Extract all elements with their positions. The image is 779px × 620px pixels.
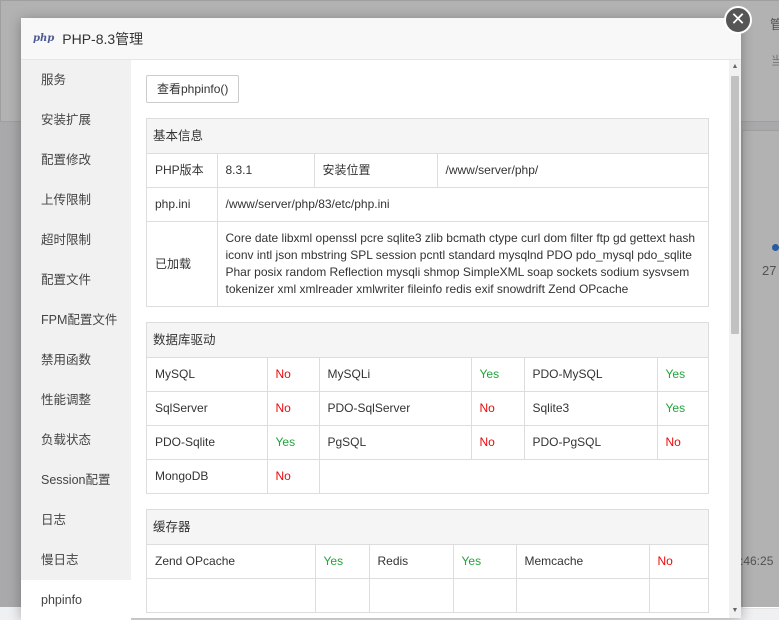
driver-status: No [266, 391, 320, 426]
dialog-title: PHP-8.3管理 [62, 30, 144, 47]
table-row: MySQL No MySQLi Yes PDO-MySQL Yes [147, 358, 708, 392]
sidebar-item-log[interactable]: 日志 [21, 500, 131, 540]
cache-table: Zend OPcache Yes Redis Yes Memcache No [147, 545, 708, 612]
view-phpinfo-button[interactable]: 查看phpinfo() [146, 75, 240, 103]
sidebar-item-load-status[interactable]: 负载状态 [21, 420, 131, 460]
phpinfo-panel: 查看phpinfo() 基本信息 PHP版本 8.3.1 安装位置 /www/s… [131, 60, 741, 618]
table-row: SqlServer No PDO-SqlServer No Sqlite3 Ye… [147, 391, 708, 426]
driver-status: Yes [470, 358, 525, 392]
table-row: PDO-Sqlite Yes PgSQL No PDO-PgSQL No [147, 425, 708, 460]
driver-name: PgSQL [318, 425, 472, 460]
sidebar: 服务 安装扩展 配置修改 上传限制 超时限制 配置文件 FPM配置文件 禁用函数… [21, 60, 131, 620]
table-row: PHP版本 8.3.1 安装位置 /www/server/php/ [147, 154, 708, 188]
sidebar-item-slow-log[interactable]: 慢日志 [21, 540, 131, 580]
table-row: Zend OPcache Yes Redis Yes Memcache No [147, 545, 708, 579]
sidebar-item-session-config[interactable]: Session配置 [21, 460, 131, 500]
version-label: PHP版本 [147, 154, 218, 188]
cache-section: 缓存器 Zend OPcache Yes Redis Yes Memcache … [146, 509, 709, 613]
version-value: 8.3.1 [216, 154, 315, 188]
empty-cell [318, 459, 708, 493]
driver-name: Sqlite3 [523, 391, 658, 426]
cache-status: Yes [452, 545, 517, 579]
driver-name: PDO-PgSQL [523, 425, 658, 460]
dialog-body: 服务 安装扩展 配置修改 上传限制 超时限制 配置文件 FPM配置文件 禁用函数… [21, 60, 741, 620]
scroll-up-arrow-icon[interactable]: ▲ [729, 60, 741, 74]
database-drivers-title: 数据库驱动 [147, 323, 708, 358]
sidebar-item-service[interactable]: 服务 [21, 60, 131, 100]
driver-name: MySQL [147, 358, 268, 392]
sidebar-item-config-file[interactable]: 配置文件 [21, 260, 131, 300]
php-logo: php [33, 33, 55, 44]
php-manager-dialog: php PHP-8.3管理 服务 安装扩展 配置修改 上传限制 超时限制 配置文… [21, 18, 741, 620]
scroll-down-arrow-icon[interactable]: ▼ [729, 604, 741, 618]
driver-status: No [266, 358, 320, 392]
driver-name: PDO-MySQL [523, 358, 658, 392]
sidebar-item-install-extensions[interactable]: 安装扩展 [21, 100, 131, 140]
driver-status: No [656, 425, 708, 460]
driver-name: SqlServer [147, 391, 268, 426]
loaded-label: 已加载 [147, 221, 218, 306]
sidebar-item-config-edit[interactable]: 配置修改 [21, 140, 131, 180]
sidebar-item-upload-limit[interactable]: 上传限制 [21, 180, 131, 220]
loaded-extensions: Core date libxml openssl pcre sqlite3 zl… [216, 221, 708, 306]
close-icon[interactable]: ✕ [724, 6, 752, 34]
sidebar-item-disabled-functions[interactable]: 禁用函数 [21, 340, 131, 380]
scrollbar-thumb[interactable] [731, 76, 739, 334]
cache-name: Memcache [515, 545, 650, 579]
database-drivers-table: MySQL No MySQLi Yes PDO-MySQL Yes SqlSer… [147, 358, 708, 493]
sidebar-item-timeout-limit[interactable]: 超时限制 [21, 220, 131, 260]
content-scrollbar[interactable]: ▲ ▼ [729, 60, 741, 618]
sidebar-item-performance-tuning[interactable]: 性能调整 [21, 380, 131, 420]
driver-name: MongoDB [147, 459, 268, 493]
sidebar-item-phpinfo[interactable]: phpinfo [21, 580, 131, 620]
cache-title: 缓存器 [147, 510, 708, 545]
driver-name: PDO-SqlServer [318, 391, 472, 426]
sidebar-item-fpm-config-file[interactable]: FPM配置文件 [21, 300, 131, 340]
driver-name: PDO-Sqlite [147, 425, 268, 460]
basic-info-table: PHP版本 8.3.1 安装位置 /www/server/php/ php.in… [147, 154, 708, 306]
basic-info-section: 基本信息 PHP版本 8.3.1 安装位置 /www/server/php/ p… [146, 118, 709, 307]
driver-status: Yes [656, 391, 708, 426]
driver-status: No [470, 425, 525, 460]
cache-status: No [648, 545, 708, 579]
table-row: MongoDB No [147, 459, 708, 493]
driver-status: Yes [266, 425, 320, 460]
location-label: 安装位置 [313, 154, 438, 188]
dialog-header: php PHP-8.3管理 [21, 18, 741, 60]
cache-status: Yes [314, 545, 370, 579]
database-drivers-section: 数据库驱动 MySQL No MySQLi Yes PDO-MySQL Yes [146, 322, 709, 494]
ini-value: /www/server/php/83/etc/php.ini [216, 187, 708, 222]
driver-name: MySQLi [318, 358, 472, 392]
location-value: /www/server/php/ [436, 154, 708, 188]
table-row: php.ini /www/server/php/83/etc/php.ini [147, 187, 708, 222]
ini-label: php.ini [147, 187, 218, 222]
cache-name: Zend OPcache [147, 545, 316, 579]
driver-status: Yes [656, 358, 708, 392]
basic-info-title: 基本信息 [147, 119, 708, 154]
cache-name: Redis [368, 545, 454, 579]
table-row: 已加载 Core date libxml openssl pcre sqlite… [147, 221, 708, 306]
driver-status: No [470, 391, 525, 426]
driver-status: No [266, 459, 320, 493]
